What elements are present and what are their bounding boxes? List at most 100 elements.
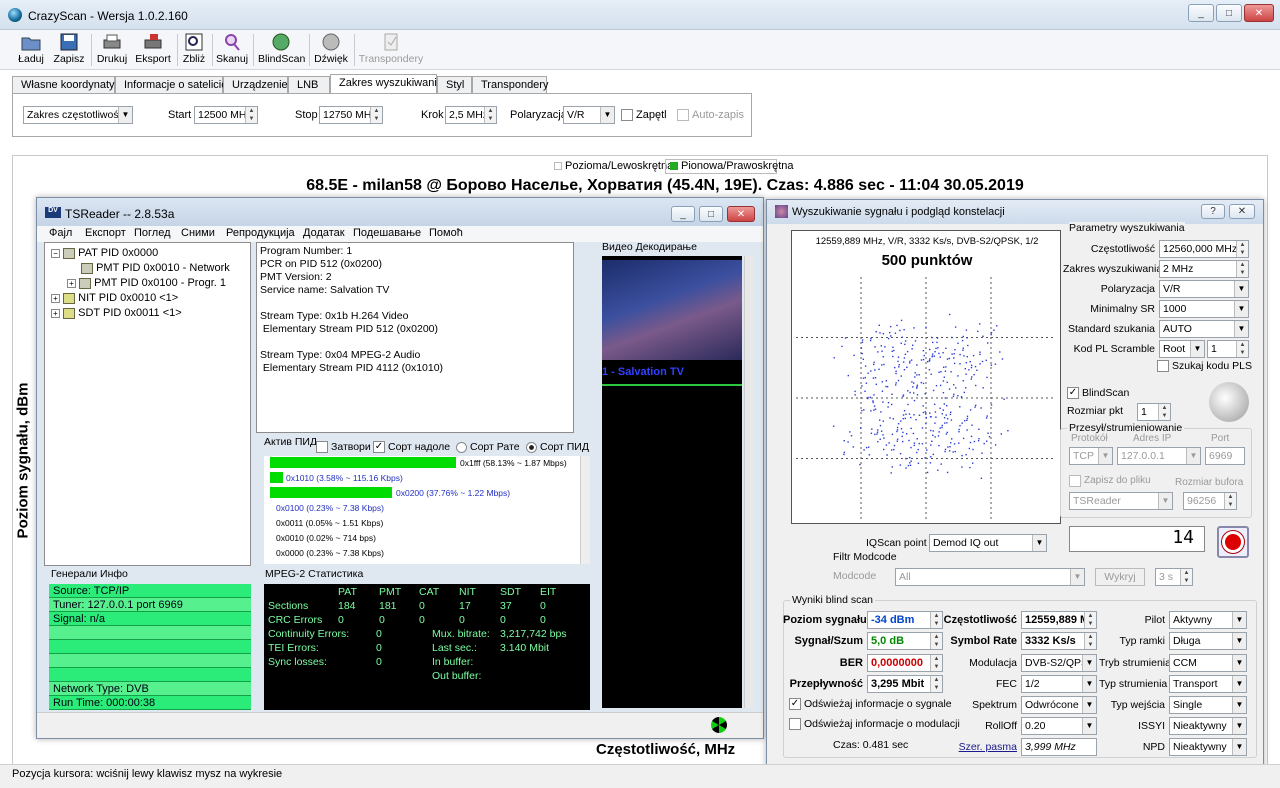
tree-item-pat[interactable]: − PAT PID 0x0000 [51,247,158,259]
ts-maximize-button[interactable]: □ [699,206,723,222]
help-button[interactable]: ? [1201,204,1225,219]
chevron-down-icon[interactable]: ▲ ▼ [1236,261,1248,277]
blindscan-button[interactable]: BlindScan [258,32,305,68]
spin-icon[interactable]: ▲ ▼ [1224,493,1236,509]
close-button[interactable]: ✕ [1244,4,1274,22]
chevron-down-icon[interactable]: ▲ ▼ [1236,241,1248,257]
chevron-down-icon[interactable]: ▼ [1158,493,1172,509]
buffer-size-input[interactable]: 96256 ▲ ▼ [1183,492,1237,510]
result-field[interactable]: Aktywny ▼ [1169,611,1247,629]
autosave-checkbox[interactable] [677,109,689,121]
chevron-down-icon[interactable]: ▼ [1070,569,1084,585]
chevron-down-icon[interactable]: ▼ [1032,535,1046,551]
result-field[interactable]: DVB-S2/QPSK ▼ [1021,654,1097,672]
sort-rate-radio[interactable] [456,442,467,453]
modcode-select[interactable]: All ▼ [895,568,1085,586]
packet-size-input[interactable]: 1 ▲ ▼ [1137,403,1171,421]
tab-device[interactable]: Urządzenie [223,76,288,94]
tab-own-coordinates[interactable]: Własne koordynaty [12,76,115,94]
minimize-button[interactable]: _ [1188,4,1214,22]
chevron-down-icon[interactable]: ▼ [1234,281,1248,297]
result-field[interactable]: 3332 Ks/s ▲ ▼ [1021,632,1097,650]
pls-code-input[interactable]: 1 ▲ ▼ [1207,340,1249,358]
tree-item-nit[interactable]: + NIT PID 0x0010 <1> [51,292,178,304]
result-field[interactable]: CCM ▼ [1169,654,1247,672]
result-field[interactable]: 0,0000000 ▲ ▼ [867,654,943,672]
ts-minimize-button[interactable]: _ [671,206,695,222]
param-field[interactable]: Root ▼ [1159,340,1205,358]
tree-item-sdt[interactable]: + SDT PID 0x0011 <1> [51,307,182,319]
result-field[interactable]: 12559,889 M ▲ ▼ [1021,611,1097,629]
chevron-down-icon[interactable]: ▼ [1232,718,1246,734]
blindscan-checkbox[interactable]: ✓ [1067,387,1079,399]
load-button[interactable]: Ładuj [14,32,48,68]
tab-style[interactable]: Styl [437,76,472,94]
port-input[interactable]: 6969 [1205,447,1245,465]
chevron-down-icon[interactable]: ▼ [1082,718,1096,734]
close-checkbox[interactable] [316,441,328,453]
tab-lnb[interactable]: LNB [288,76,330,94]
maximize-button[interactable]: □ [1216,4,1242,22]
range-mode-select[interactable]: Zakres częstotliwości ▼ [23,106,133,124]
tab-satellite-info[interactable]: Informacje o satelicie [115,76,227,94]
save-file-checkbox[interactable] [1069,475,1081,487]
param-field[interactable]: AUTO ▼ [1159,320,1249,338]
chevron-down-icon[interactable]: ▼ [1232,697,1246,713]
step-input[interactable]: 2,5 MHz ▲ ▼ [445,106,497,124]
app-select[interactable]: TSReader ▼ [1069,492,1173,510]
stop-frequency-input[interactable]: 12750 MHz ▲ ▼ [319,106,383,124]
spin-icon[interactable]: ▲ ▼ [245,107,257,123]
chevron-down-icon[interactable]: ▲ ▼ [1084,612,1096,628]
refresh-mod-checkbox[interactable] [789,718,801,730]
sort-pid-radio[interactable] [526,442,537,453]
chevron-down-icon[interactable]: ▼ [1232,739,1246,755]
chevron-down-icon[interactable]: ▲ ▼ [930,655,942,671]
pid-list-scrollbar[interactable] [580,456,590,564]
save-button[interactable]: Zapisz [52,32,86,68]
chevron-down-icon[interactable]: ▼ [1186,448,1200,464]
result-field[interactable]: 0.20 ▼ [1021,717,1097,735]
chevron-down-icon[interactable]: ▲ ▼ [930,633,942,649]
tab-transponders[interactable]: Transpondery [472,76,548,94]
print-button[interactable]: Drukuj [95,32,129,68]
transponders-button[interactable]: Transpondery [358,32,424,68]
menu-playback[interactable]: Репродукција [226,227,295,239]
chevron-down-icon[interactable]: ▼ [1082,676,1096,692]
result-field[interactable]: 1/2 ▼ [1021,675,1097,693]
menu-file[interactable]: Фајл [49,227,72,239]
param-field[interactable]: 2 MHz ▲ ▼ [1159,260,1249,278]
menu-plugins[interactable]: Додатак [303,227,345,239]
video-scrollbar[interactable] [744,256,754,708]
chevron-down-icon[interactable]: ▼ [1232,612,1246,628]
tab-search-range[interactable]: Zakres wyszukiwania [330,74,443,95]
chevron-down-icon[interactable]: ▲ ▼ [1084,633,1096,649]
seconds-input[interactable]: 3 s ▲ ▼ [1155,568,1193,586]
result-field[interactable]: Single ▼ [1169,696,1247,714]
spin-icon[interactable]: ▲ ▼ [370,107,382,123]
param-field[interactable]: 1000 ▼ [1159,300,1249,318]
tree-item-pmt-network[interactable]: PMT PID 0x0010 - Network [81,262,230,274]
chevron-down-icon[interactable]: ▼ [600,107,614,123]
stop-button[interactable] [1217,526,1249,558]
result-field[interactable]: -34 dBm ▲ ▼ [867,611,943,629]
result-field[interactable]: 3,295 Mbit ▲ ▼ [867,675,943,693]
menu-help[interactable]: Помоћ [429,227,463,239]
chevron-down-icon[interactable]: ▼ [1232,676,1246,692]
chevron-down-icon[interactable]: ▼ [1234,301,1248,317]
chevron-down-icon[interactable]: ▼ [1232,655,1246,671]
ip-input[interactable]: 127.0.0.1 ▼ [1117,447,1201,465]
pls-search-checkbox[interactable] [1157,360,1169,372]
result-field[interactable]: Odwrócone ▼ [1021,696,1097,714]
chevron-down-icon[interactable]: ▼ [1190,341,1204,357]
spin-icon[interactable]: ▲ ▼ [484,107,496,123]
ts-close-button[interactable]: ✕ [727,206,755,222]
protocol-select[interactable]: TCP ▼ [1069,447,1113,465]
sort-down-checkbox[interactable]: ✓ [373,441,385,453]
chevron-down-icon[interactable]: ▼ [1098,448,1112,464]
loop-checkbox[interactable] [621,109,633,121]
menu-settings[interactable]: Подешавање [353,227,421,239]
spin-icon[interactable]: ▲ ▼ [1236,341,1248,357]
detect-button[interactable]: Wykryj [1095,568,1145,586]
result-field[interactable]: Nieaktywny ▼ [1169,738,1247,756]
menu-view[interactable]: Поглед [134,227,171,239]
